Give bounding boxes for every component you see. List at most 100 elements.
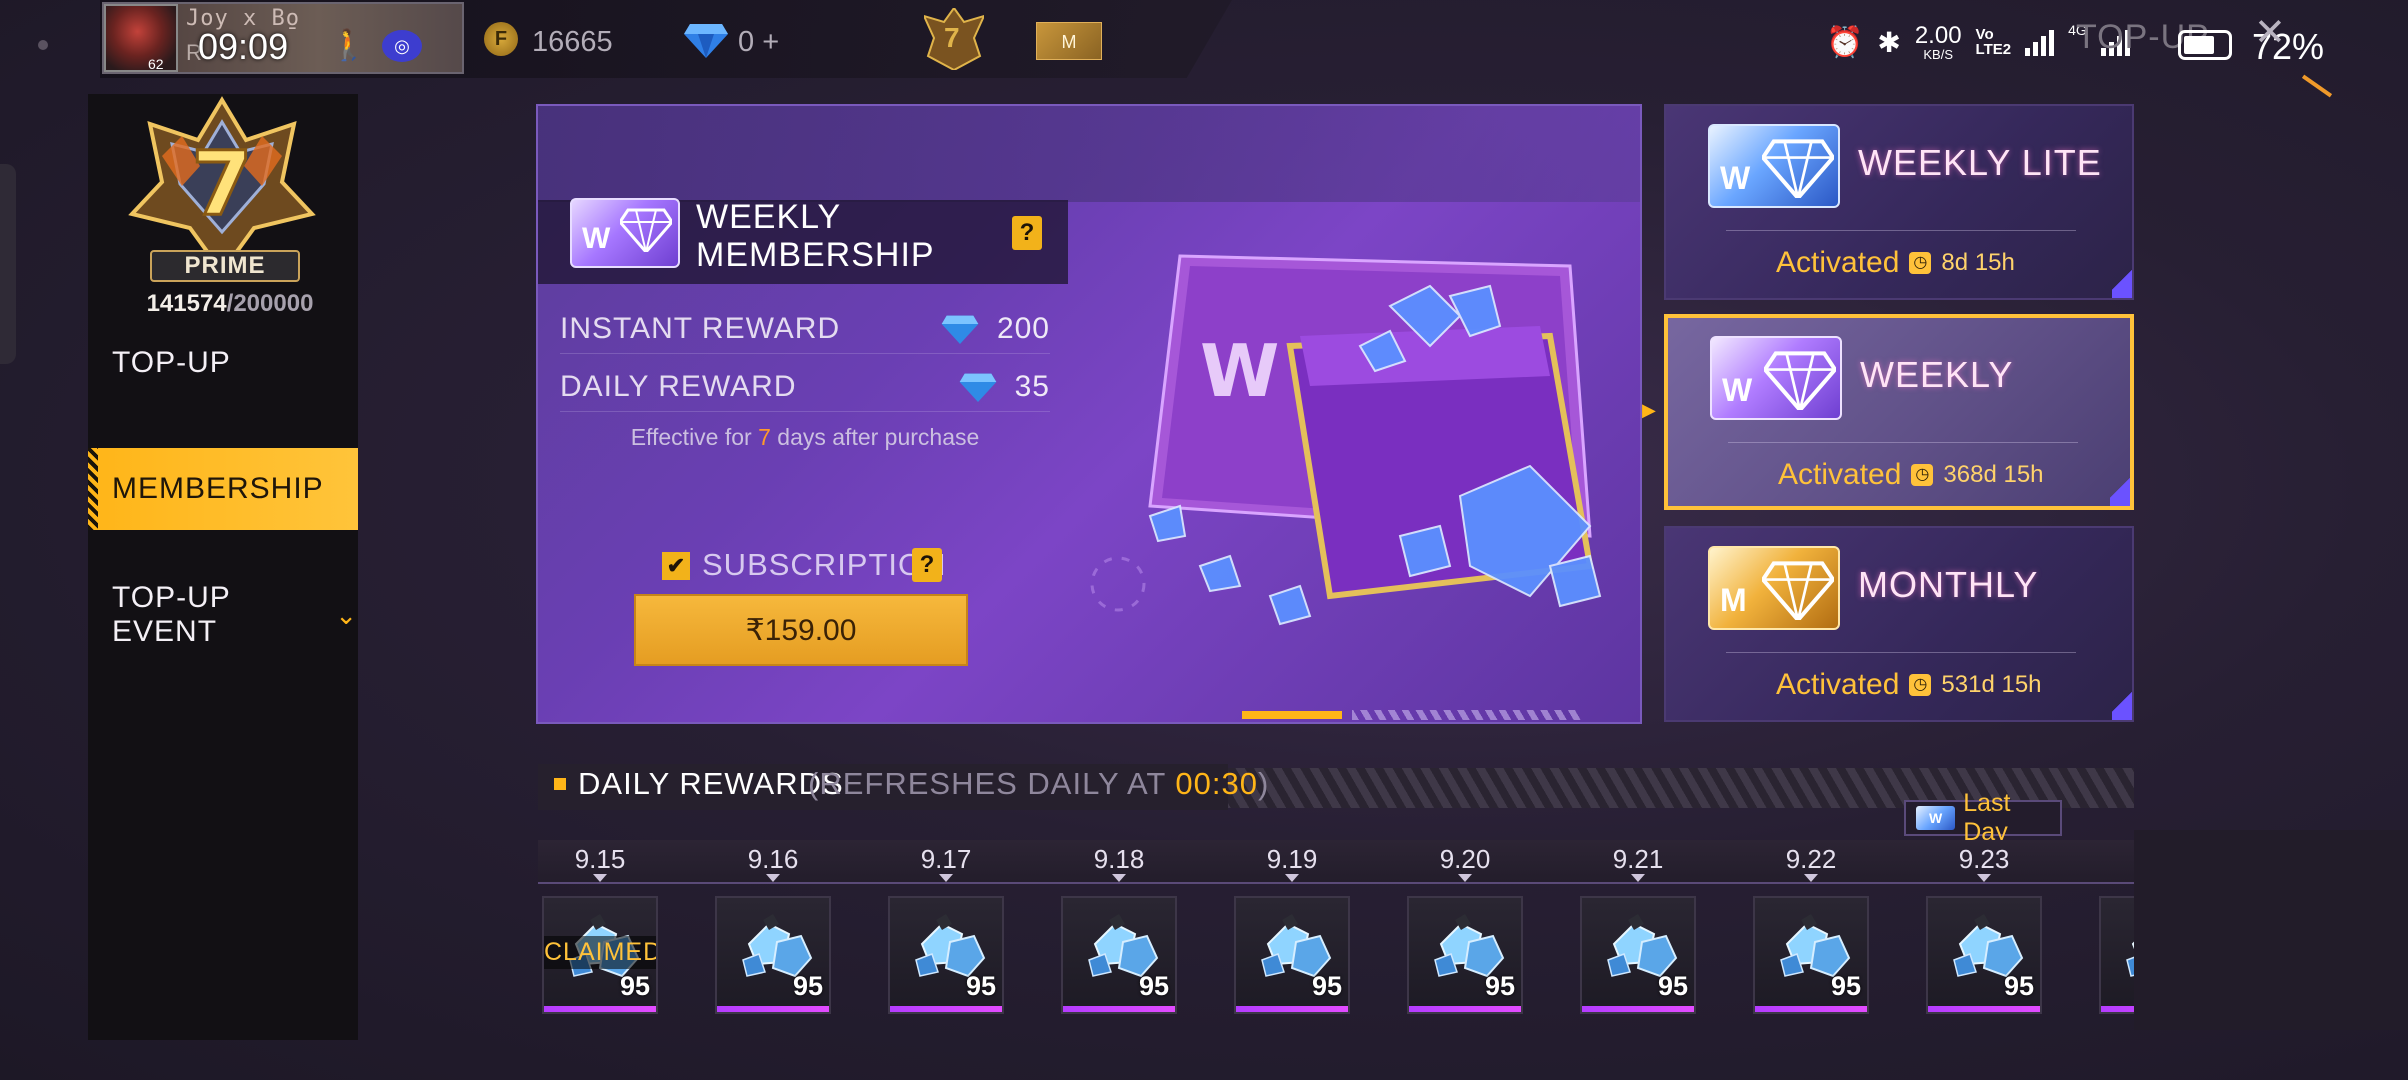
clock-icon: ◷ (1909, 252, 1932, 274)
panel-title: WEEKLY MEMBERSHIP (696, 198, 935, 274)
date-tick-icon (1458, 874, 1472, 882)
option-monthly[interactable]: M MONTHLY Activated ◷ 531d 15h (1664, 526, 2134, 722)
selected-arrow-icon: ▶ (1642, 400, 1656, 420)
diamond-icon (941, 315, 979, 344)
slot-underbar (1582, 1006, 1694, 1012)
game-notification-icon: ◎ (382, 30, 422, 62)
diamond-icon (684, 22, 728, 63)
daily-rewards-title: DAILY REWARDS (578, 766, 844, 801)
network-speed-unit: KB/S (1923, 46, 1953, 62)
reward-quantity: 95 (1484, 971, 1515, 1001)
add-diamond-button[interactable]: + (762, 26, 779, 58)
activation-status: Activated ◷ 368d 15h (1778, 458, 2044, 492)
daily-reward-slot[interactable]: 95 CLAIMED (542, 896, 658, 1014)
slot-underbar (717, 1006, 829, 1012)
refresh-prefix: (REFRESHES DAILY AT (808, 766, 1176, 801)
status-label: Activated (1776, 246, 1900, 279)
option-weekly[interactable]: W WEEKLY Activated ◷ 368d 15h (1664, 314, 2134, 510)
daily-reward-slot[interactable]: 95 (1580, 896, 1696, 1014)
activation-status: Activated ◷ 531d 15h (1776, 668, 2042, 702)
reward-quantity: 95 (1311, 971, 1342, 1001)
refresh-time: 00:30 (1175, 766, 1258, 801)
reward-quantity: 95 (619, 971, 650, 1001)
slot-underbar (1928, 1006, 2040, 1012)
alarm-icon: ⏰ (1826, 25, 1864, 59)
date-tick-icon (1804, 874, 1818, 882)
monthly-card-icon: M (1708, 546, 1840, 630)
sidebar-item-label: MEMBERSHIP (112, 472, 324, 505)
slot-underbar (544, 1006, 656, 1012)
daily-reward-slot[interactable]: 95 (1753, 896, 1869, 1014)
sidebar-item-membership[interactable]: MEMBERSHIP (88, 448, 358, 530)
reward-quantity: 95 (965, 971, 996, 1001)
activation-status: Activated ◷ 8d 15h (1776, 246, 2015, 280)
corner-hatch (2110, 448, 2130, 506)
sidebar-item-topup[interactable]: TOP-UP (88, 322, 358, 404)
reward-quantity: 95 (792, 971, 823, 1001)
reward-quantity: 95 (2003, 971, 2034, 1001)
date-tick-icon (593, 874, 607, 882)
day-date-label: 9.19 (1266, 844, 1318, 874)
reward-quantity: 95 (1657, 971, 1688, 1001)
subscription-checkbox[interactable]: ✔ (662, 552, 690, 580)
subscription-help-icon[interactable]: ? (912, 548, 942, 582)
daily-reward-slot[interactable]: 95 (888, 896, 1004, 1014)
volte-line-2: LTE2 (1975, 41, 2012, 58)
active-stripe (88, 448, 98, 530)
clock-icon: ◷ (1911, 464, 1934, 486)
sidebar-item-label: TOP-UP EVENT (112, 581, 231, 648)
date-tick-icon (766, 874, 780, 882)
day-date-label: 9.23 (1958, 844, 2010, 874)
diamond-count: 0 (738, 26, 755, 58)
banner-progress-indicator (1242, 711, 1342, 719)
daily-rewards-refresh-note: (REFRESHES DAILY AT 00:30) (808, 766, 1269, 802)
daily-reward-slot[interactable]: 95 (715, 896, 831, 1014)
daily-reward-label: DAILY REWARD (560, 369, 797, 403)
weekly-card-letter: W (582, 222, 611, 255)
diamond-balance[interactable]: 0 + (738, 26, 779, 59)
option-title: WEEKLY (1860, 354, 2014, 395)
remaining-time: 368d 15h (1943, 461, 2044, 488)
day-date-label: 9.15 (574, 844, 626, 874)
bluetooth-icon: ✱ (1877, 26, 1901, 58)
corner-hatch (2112, 240, 2132, 298)
day-date-label: 9.17 (920, 844, 972, 874)
close-icon[interactable]: ✕ (2254, 10, 2286, 55)
player-avatar[interactable] (104, 4, 178, 72)
rewards-row-edge (2134, 830, 2408, 1030)
diamond-icon (618, 206, 674, 257)
daily-reward-slot[interactable]: 95 (1407, 896, 1523, 1014)
daily-reward-slot[interactable]: 95 (1061, 896, 1177, 1014)
remaining-time: 8d 15h (1941, 249, 2015, 276)
instant-reward-row: INSTANT REWARD 200 (560, 304, 1050, 354)
divider (1728, 442, 2078, 443)
effective-suffix: days after purchase (770, 424, 980, 450)
prime-rank-label: PRIME (150, 250, 300, 282)
option-title: MONTHLY (1858, 564, 2039, 605)
reward-quantity: 95 (1830, 971, 1861, 1001)
daily-reward-slot[interactable]: 95 (1234, 896, 1350, 1014)
date-tick-icon (1977, 874, 1991, 882)
gold-coin-icon: F (484, 22, 518, 56)
slot-underbar (1063, 1006, 1175, 1012)
weekly-lite-card-icon: W (1916, 806, 1956, 830)
daily-reward-slot[interactable]: 95 (1926, 896, 2042, 1014)
refresh-suffix: ) (1258, 766, 1270, 801)
monthly-card-icon[interactable]: M (1036, 22, 1102, 60)
corner-accent (2301, 74, 2333, 98)
gold-coin-balance: 16665 (532, 26, 613, 58)
purchase-button[interactable]: ₹159.00 (634, 594, 968, 666)
slot-underbar (1236, 1006, 1348, 1012)
daily-reward-row: DAILY REWARD 35 (560, 362, 1050, 412)
volte-indicator: Vo LTE2 (1976, 27, 2012, 57)
left-edge-handle[interactable] (0, 164, 16, 364)
sidebar-item-topup-event[interactable]: TOP-UP EVENT ⌄ (88, 574, 358, 656)
subscription-label: SUBSCRIPTION (702, 547, 947, 582)
rank-level-number: 7 (191, 132, 252, 235)
chevron-down-icon: ⌄ (335, 599, 358, 630)
battery-level (2184, 36, 2214, 54)
last-day-label: Last Day (1963, 789, 2011, 846)
prime-level-badge: 7 (944, 22, 960, 53)
weekly-card-icon: W (1710, 336, 1842, 420)
option-weekly-lite[interactable]: W WEEKLY LITE Activated ◷ 8d 15h (1664, 104, 2134, 300)
